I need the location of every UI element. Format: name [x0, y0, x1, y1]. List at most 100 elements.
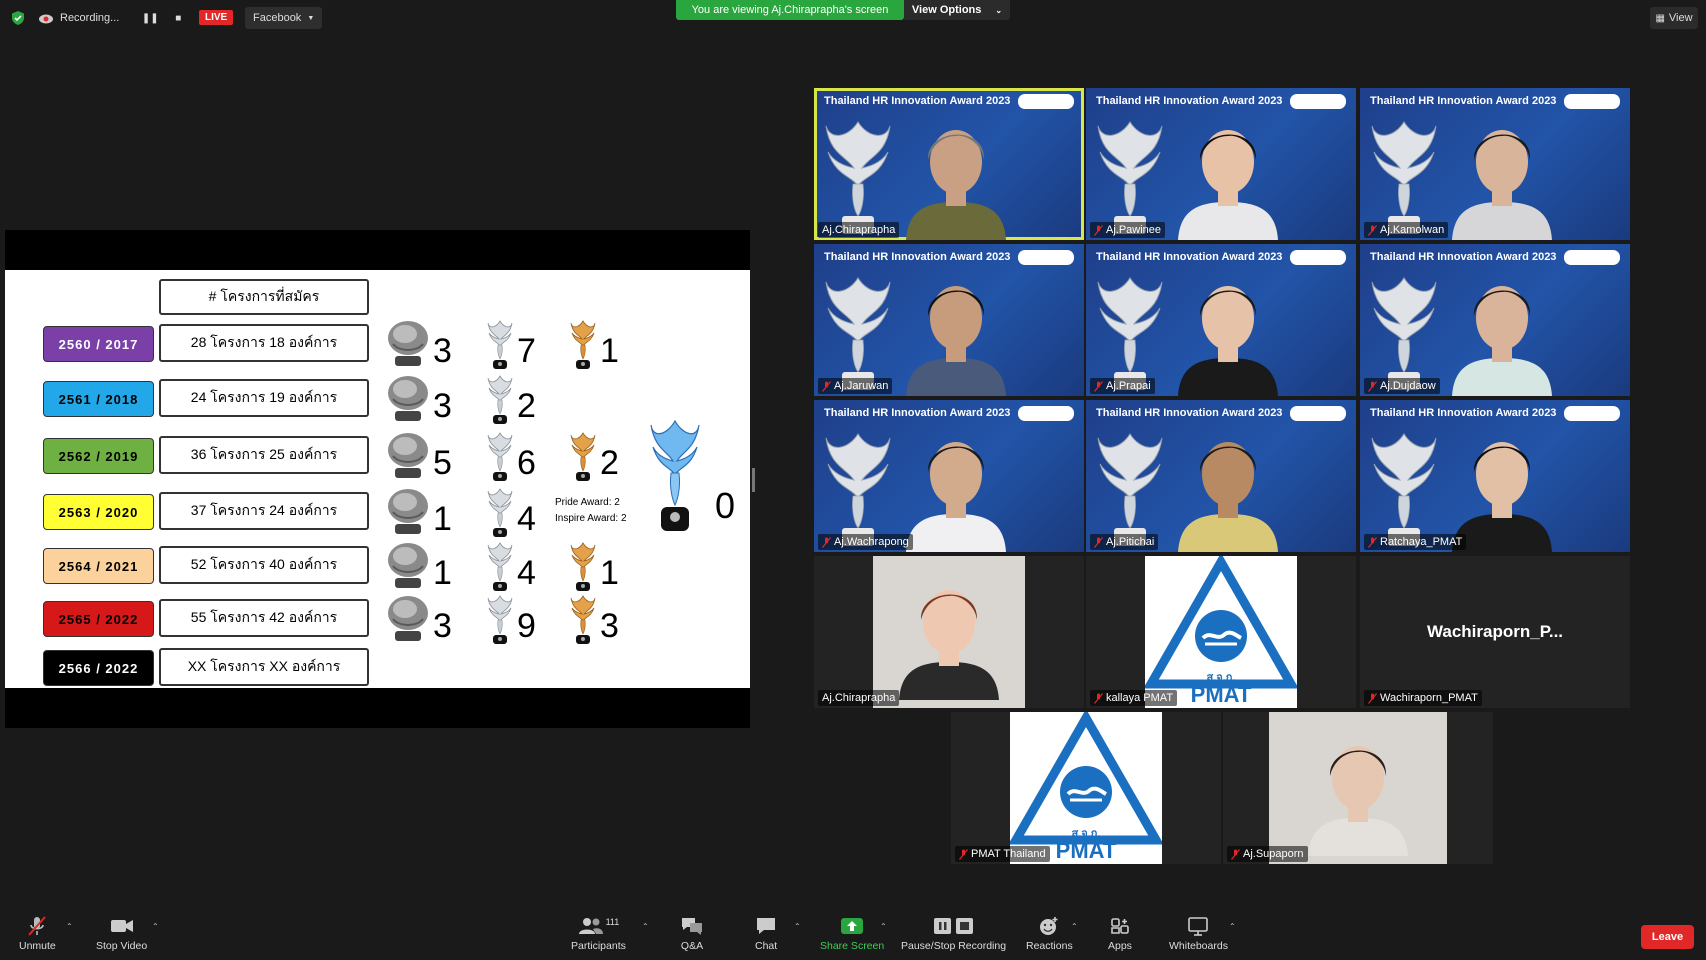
- gold-trophy-icon: [568, 430, 598, 482]
- gold-award-count: 3: [600, 607, 619, 645]
- reactions-options-caret[interactable]: ⌃: [1071, 922, 1078, 931]
- shield-icon[interactable]: [10, 10, 26, 26]
- live-badge[interactable]: LIVE: [199, 10, 234, 25]
- inspire-award-text: Inspire Award: 2: [555, 513, 627, 524]
- stream-target-dropdown[interactable]: Facebook ▼: [245, 7, 323, 29]
- participant-name-tag: Aj.Prapai: [1090, 378, 1155, 394]
- stop-video-button[interactable]: Stop Video: [96, 914, 147, 952]
- participant-display-name: Wachiraporn_P...: [1426, 622, 1564, 641]
- participant-video-tile[interactable]: Thailand HR Innovation Award 2023 Aj.Wach…: [814, 400, 1084, 552]
- participant-name-tag: Aj.Wachrapong: [818, 534, 913, 550]
- projects-box: XX โครงการ XX องค์การ: [159, 648, 369, 686]
- slide-row: 2563 / 2020 37 โครงการ 24 องค์การ 1 4: [5, 488, 750, 537]
- participant-video-tile[interactable]: Thailand HR Innovation Award 2023 Aj.Jaru…: [814, 244, 1084, 396]
- crystal-trophy-icon: [485, 540, 515, 592]
- sponsor-logos: [1564, 250, 1620, 265]
- silver-award-count: 5: [433, 444, 452, 482]
- stop-recording-button[interactable]: ■: [167, 8, 189, 28]
- presentation-slide: # โครงการที่สมัคร 2560 / 2017 28 โครงการ …: [5, 270, 750, 688]
- crystal-award: 4: [485, 486, 536, 538]
- stop-video-label: Stop Video: [96, 940, 148, 952]
- participants-options-caret[interactable]: ⌃: [642, 922, 649, 931]
- chat-options-caret[interactable]: ⌃: [794, 922, 801, 931]
- participant-video-tile[interactable]: Thailand HR Innovation Award 2023 Aj.Pawi…: [1086, 88, 1356, 240]
- participant-video-tile[interactable]: Thailand HR Innovation Award 2023 Aj.Piti…: [1086, 400, 1356, 552]
- participant-video: [1168, 266, 1288, 396]
- silver-award-count: 3: [433, 607, 452, 645]
- participant-video: [1442, 422, 1562, 552]
- crystal-trophy-icon: [485, 430, 515, 482]
- crystal-award: 9: [485, 593, 536, 645]
- crystal-award: 4: [485, 540, 536, 592]
- slide-row: 2561 / 2018 24 โครงการ 19 องค์การ 3 2: [5, 375, 750, 424]
- whiteboards-button[interactable]: Whiteboards: [1169, 914, 1228, 952]
- projects-box: 52 โครงการ 40 องค์การ: [159, 546, 369, 584]
- caret-down-icon: ▼: [307, 14, 315, 22]
- shared-screen[interactable]: # โครงการที่สมัคร 2560 / 2017 28 โครงการ …: [5, 230, 750, 728]
- tile-banner-title: Thailand HR Innovation Award 2023: [1370, 407, 1557, 419]
- whiteboards-options-caret[interactable]: ⌃: [1229, 922, 1236, 931]
- view-options-button[interactable]: View Options ⌄: [904, 0, 1010, 20]
- apps-button[interactable]: Apps: [1108, 914, 1132, 952]
- audio-options-caret[interactable]: ⌃: [66, 922, 73, 931]
- silver-award-count: 3: [433, 387, 452, 425]
- participant-name-tag: Aj.Chiraprapha: [818, 222, 900, 238]
- video-options-caret[interactable]: ⌃: [152, 922, 159, 931]
- slide-header-box: # โครงการที่สมัคร: [159, 279, 369, 315]
- participant-name-tag: Aj.Pitichai: [1090, 534, 1159, 550]
- top-bar: Recording... ❚❚ ■ LIVE Facebook ▼ You ar…: [0, 0, 1706, 38]
- year-label: 2560 / 2017: [43, 326, 154, 362]
- participant-video-tile[interactable]: Thailand HR Innovation Award 2023 Aj.Chir…: [814, 88, 1084, 240]
- participant-video-tile[interactable]: Thailand HR Innovation Award 2023 Aj.Dujd…: [1360, 244, 1630, 396]
- participant-name: Aj.Pawinee: [1106, 224, 1162, 236]
- unmute-button[interactable]: Unmute: [19, 914, 56, 952]
- share-screen-label: Share Screen: [820, 940, 885, 952]
- crystal-award-count: 6: [517, 444, 536, 482]
- participant-video: [1168, 110, 1288, 240]
- participant-video: [1442, 266, 1562, 396]
- pause-recording-button[interactable]: ❚❚: [139, 8, 161, 28]
- slide-row: 2562 / 2019 36 โครงการ 25 องค์การ 5 6 2: [5, 432, 750, 481]
- year-label: 2562 / 2019: [43, 438, 154, 474]
- participant-video-tile[interactable]: Thailand HR Innovation Award 2023 Ratchay…: [1360, 400, 1630, 552]
- participant-video-tile[interactable]: Thailand HR Innovation Award 2023 Aj.Kamo…: [1360, 88, 1630, 240]
- share-options-caret[interactable]: ⌃: [880, 922, 887, 931]
- crystal-trophy-icon: [485, 318, 515, 370]
- apps-label: Apps: [1108, 940, 1132, 952]
- pause-stop-recording-button[interactable]: Pause/Stop Recording: [901, 914, 1006, 952]
- chat-button[interactable]: Chat: [755, 914, 777, 952]
- qa-label: Q&A: [680, 940, 704, 952]
- crystal-trophy-icon: [485, 486, 515, 538]
- splitter-handle[interactable]: [752, 468, 755, 492]
- mic-muted-icon: [1368, 536, 1377, 548]
- tile-banner-title: Thailand HR Innovation Award 2023: [1096, 251, 1283, 263]
- crystal-award-count: 9: [517, 607, 536, 645]
- participant-video-tile[interactable]: Thailand HR Innovation Award 2023 Aj.Prap…: [1086, 244, 1356, 396]
- gold-award-count: 1: [600, 554, 619, 592]
- participant-video: [896, 422, 1016, 552]
- share-screen-button[interactable]: Share Screen: [820, 914, 884, 952]
- leave-button[interactable]: Leave: [1641, 925, 1694, 949]
- participant-video-tile[interactable]: ส.จ.ก. PMAT PMAT Thailand: [951, 712, 1221, 864]
- gold-award: 3: [568, 593, 619, 645]
- sponsor-logos: [1290, 94, 1346, 109]
- mic-muted-icon: [1094, 380, 1103, 392]
- participant-name-tag: Aj.Dujdaow: [1364, 378, 1440, 394]
- crystal-trophy-icon: [485, 593, 515, 645]
- participant-video-tile[interactable]: Wachiraporn_P... Wachiraporn_PMAT: [1360, 556, 1630, 708]
- qa-button[interactable]: Q&A: [680, 914, 704, 952]
- reactions-smiley-icon: [1040, 917, 1058, 935]
- participant-name: Aj.Chiraprapha: [822, 224, 896, 236]
- participant-name: Aj.Wachrapong: [834, 536, 909, 548]
- participant-name-tag: Aj.Chiraprapha: [818, 690, 900, 706]
- gold-award: 2: [568, 430, 619, 482]
- participant-video-tile[interactable]: Aj.Chiraprapha: [814, 556, 1084, 708]
- crystal-award-count: 4: [517, 554, 536, 592]
- view-button[interactable]: ▦ View: [1650, 7, 1698, 29]
- mic-muted-icon: [1094, 224, 1103, 236]
- reactions-button[interactable]: Reactions: [1026, 914, 1073, 952]
- participant-video-tile[interactable]: Aj.Supaporn: [1223, 712, 1493, 864]
- participants-button[interactable]: 111 Participants: [571, 914, 626, 952]
- participant-video-tile[interactable]: ส.จ.ก. PMAT kallaya PMAT: [1086, 556, 1356, 708]
- award-note: Pride Award: 2 Inspire Award: 2: [555, 495, 627, 527]
